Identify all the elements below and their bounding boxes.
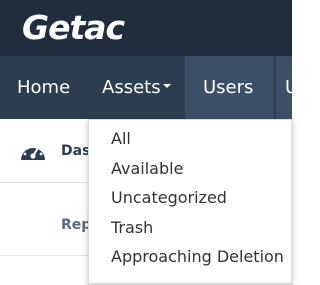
- dashboard-label: Das: [61, 143, 91, 159]
- menu-item-approaching-deletion[interactable]: Approaching Deletion: [111, 247, 284, 267]
- nav-assets-label: Assets: [102, 77, 161, 98]
- menu-item-all[interactable]: All: [111, 129, 131, 149]
- menu-divider: [89, 283, 293, 284]
- reports-label[interactable]: Rep: [61, 217, 91, 233]
- getac-logo[interactable]: Getac: [22, 6, 125, 50]
- nav-next-item[interactable]: U: [285, 56, 298, 119]
- menu-item-available[interactable]: Available: [111, 159, 183, 179]
- top-header-bar: Getac: [0, 0, 292, 56]
- menu-item-uncategorized[interactable]: Uncategorized: [111, 188, 227, 208]
- main-navigation: Home Assets Users U: [0, 56, 298, 119]
- assets-dropdown-menu: All Available Uncategorized Trash Approa…: [88, 119, 293, 285]
- nav-users[interactable]: Users: [203, 56, 253, 119]
- caret-down-icon: [162, 84, 171, 88]
- menu-item-trash[interactable]: Trash: [111, 218, 153, 238]
- nav-assets[interactable]: Assets: [102, 56, 171, 119]
- nav-home[interactable]: Home: [17, 56, 70, 119]
- speedometer-icon: [21, 144, 45, 160]
